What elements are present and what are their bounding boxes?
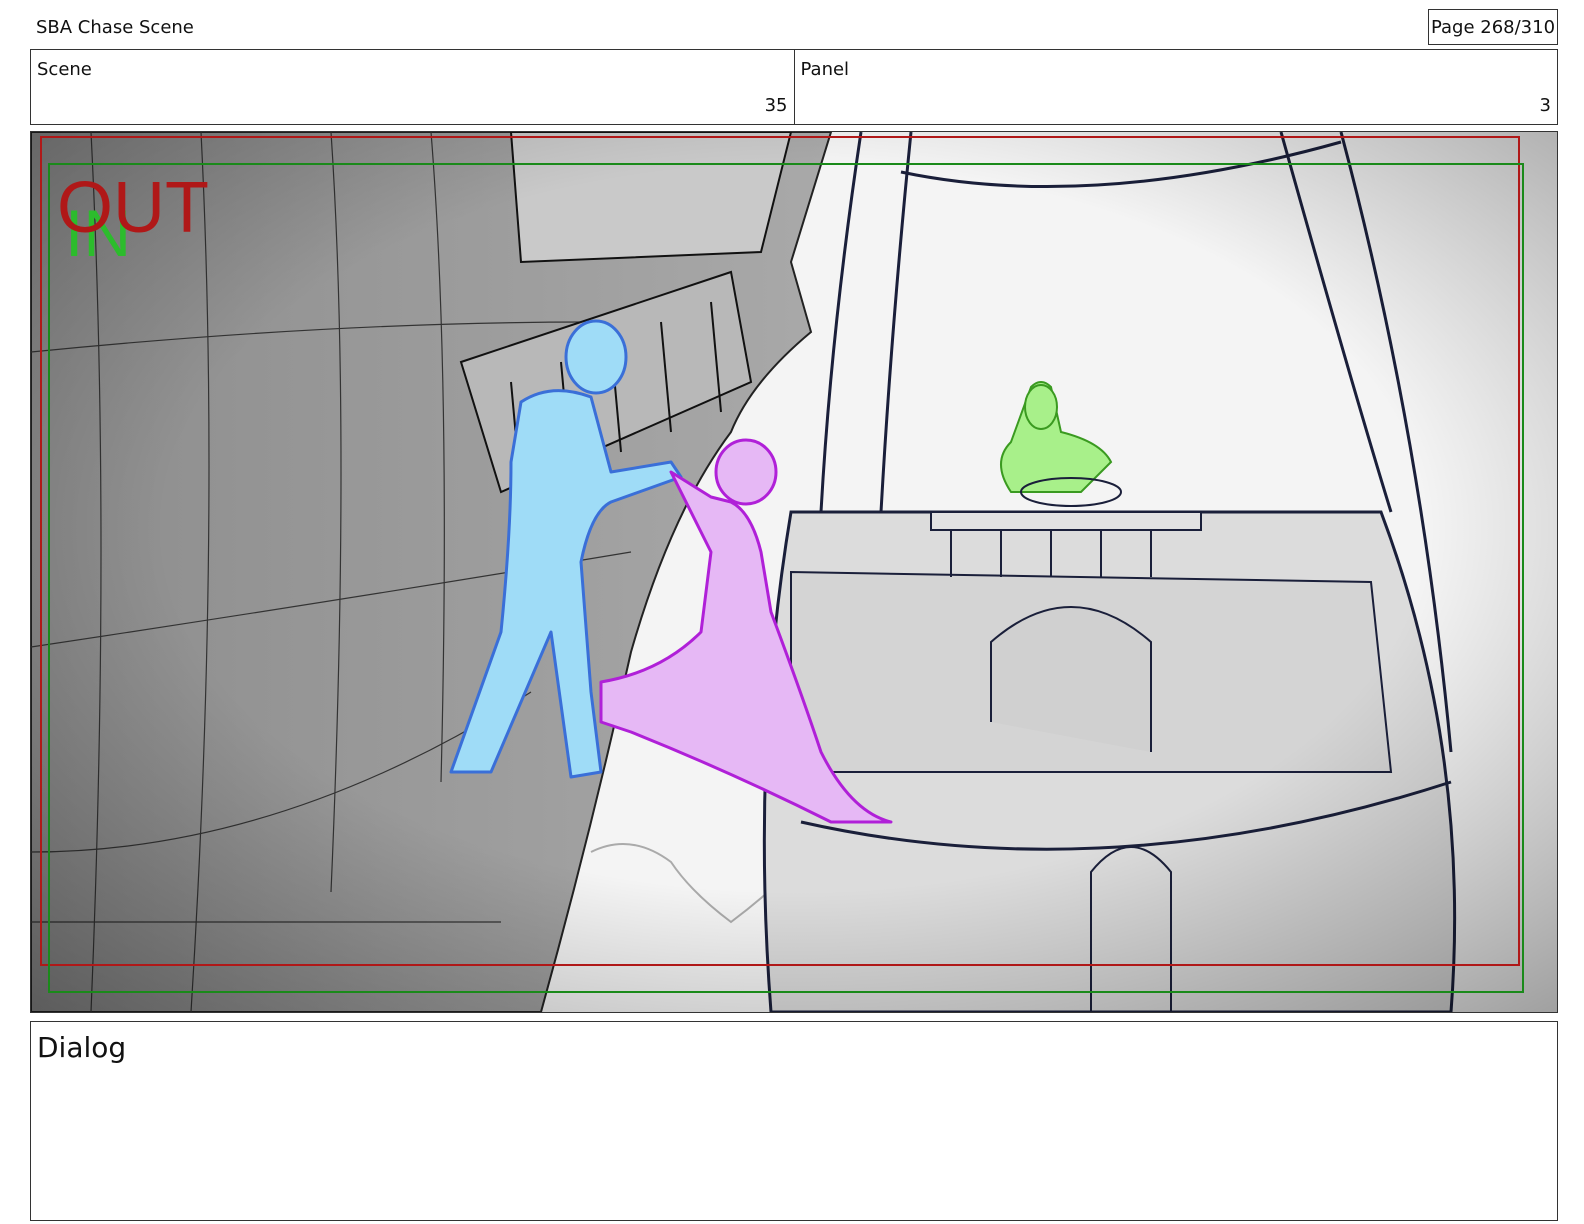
- panel-label: Panel: [800, 59, 850, 80]
- scene-label: Scene: [37, 59, 92, 80]
- out-frame-label: OUT: [57, 168, 209, 248]
- page-counter: Page 268/310: [1428, 9, 1558, 45]
- storyboard-panel: IN OUT: [30, 131, 1558, 1013]
- dialog-box[interactable]: Dialog: [30, 1021, 1558, 1221]
- panel-drawing: IN OUT: [31, 132, 1557, 1012]
- panel-vignette: [31, 132, 1557, 1012]
- dialog-label: Dialog: [37, 1031, 127, 1064]
- document-title: SBA Chase Scene: [36, 17, 194, 38]
- panel-number: 3: [1539, 95, 1551, 116]
- panel-cell: Panel 3: [793, 50, 1558, 124]
- info-row: Scene 35 Panel 3: [30, 49, 1558, 125]
- scene-number: 35: [764, 95, 788, 116]
- scene-cell: Scene 35: [31, 50, 794, 124]
